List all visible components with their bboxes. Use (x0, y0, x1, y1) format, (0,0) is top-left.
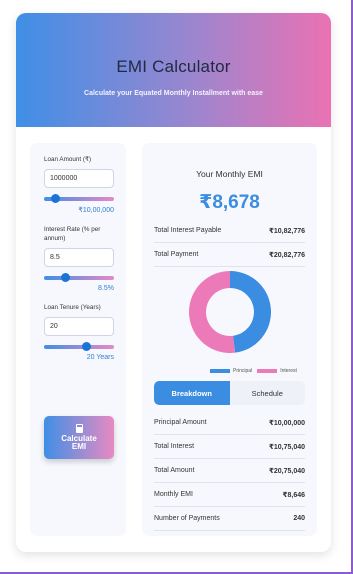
donut-slice-interest (189, 271, 236, 353)
breakdown-value: ₹20,75,040 (268, 467, 305, 475)
breakdown-value: ₹8,646 (282, 491, 305, 499)
calculator-icon (75, 424, 83, 433)
calculate-emi-label: Calculate EMI (61, 434, 97, 451)
monthly-emi-title: Your Monthly EMI (196, 169, 263, 179)
breakdown-value: ₹10,75,040 (268, 443, 305, 451)
page-subtitle: Calculate your Equated Monthly Installme… (84, 90, 263, 97)
calculate-emi-button[interactable]: Calculate EMI (44, 416, 114, 459)
summary-row: Total Payment ₹20,82,776 (154, 243, 305, 267)
breakdown-label: Monthly EMI (154, 491, 193, 498)
interest-rate-slider-track (44, 276, 114, 280)
interest-rate-slider[interactable] (44, 273, 114, 283)
breakdown-label: Total Interest (154, 443, 195, 450)
loan-tenure-slider-track (44, 345, 114, 349)
summary-value: ₹10,82,776 (268, 227, 305, 235)
breakdown-row: Number of Payments 240 (154, 507, 305, 531)
result-tabs: Breakdown Schedule (154, 381, 305, 405)
tab-breakdown[interactable]: Breakdown (154, 381, 230, 405)
monthly-emi-amount: ₹8,678 (199, 192, 260, 213)
breakdown-value: ₹10,00,000 (268, 419, 305, 427)
interest-rate-input[interactable] (44, 248, 114, 267)
loan-amount-slider-thumb[interactable] (51, 194, 61, 203)
summary-label: Total Interest Payable (154, 227, 222, 234)
loan-amount-value: ₹10,00,000 (78, 207, 114, 214)
chart-legend: Principal Interest (210, 368, 297, 374)
breakdown-label: Total Amount (154, 467, 195, 474)
interest-rate-slider-thumb[interactable] (61, 273, 71, 282)
summary-row: Total Interest Payable ₹10,82,776 (154, 219, 305, 243)
tab-schedule[interactable]: Schedule (230, 381, 306, 405)
legend-swatch-principal (210, 369, 230, 373)
legend-label-interest: Interest (280, 368, 297, 374)
loan-tenure-slider[interactable] (44, 342, 114, 352)
calculator-card: EMI Calculator Calculate your Equated Mo… (16, 13, 331, 552)
loan-amount-slider[interactable] (44, 194, 114, 204)
donut-slice-principal (230, 271, 272, 353)
loan-amount-input[interactable] (44, 169, 114, 188)
legend-label-principal: Principal (233, 368, 253, 374)
breakdown-row: Monthly EMI ₹8,646 (154, 483, 305, 507)
input-panel: Loan Amount (₹) ₹10,00,000 Interest Rate… (30, 143, 126, 536)
page-title: EMI Calculator (116, 57, 231, 76)
emi-donut-chart (189, 271, 272, 353)
header-banner: EMI Calculator Calculate your Equated Mo… (16, 13, 331, 127)
loan-tenure-input[interactable] (44, 317, 114, 336)
interest-rate-label: Interest Rate (% per annum) (44, 226, 101, 242)
loan-tenure-value: 20 Years (86, 354, 114, 361)
breakdown-row: Total Amount ₹20,75,040 (154, 459, 305, 483)
loan-amount-label: Loan Amount (₹) (44, 156, 92, 163)
summary-value: ₹20,82,776 (268, 251, 305, 259)
breakdown-row: Total Interest ₹10,75,040 (154, 435, 305, 459)
loan-tenure-label: Loan Tenure (Years) (44, 304, 101, 311)
breakdown-label: Number of Payments (154, 515, 220, 522)
summary-label: Total Payment (154, 251, 199, 258)
breakdown-value: 240 (293, 515, 305, 522)
interest-rate-value: 8.5% (98, 285, 114, 292)
loan-tenure-slider-thumb[interactable] (82, 342, 92, 351)
breakdown-row: Principal Amount ₹10,00,000 (154, 411, 305, 435)
legend-swatch-interest (257, 369, 278, 373)
breakdown-label: Principal Amount (154, 419, 207, 426)
result-panel: Your Monthly EMI ₹8,678 Total Interest P… (142, 143, 317, 536)
